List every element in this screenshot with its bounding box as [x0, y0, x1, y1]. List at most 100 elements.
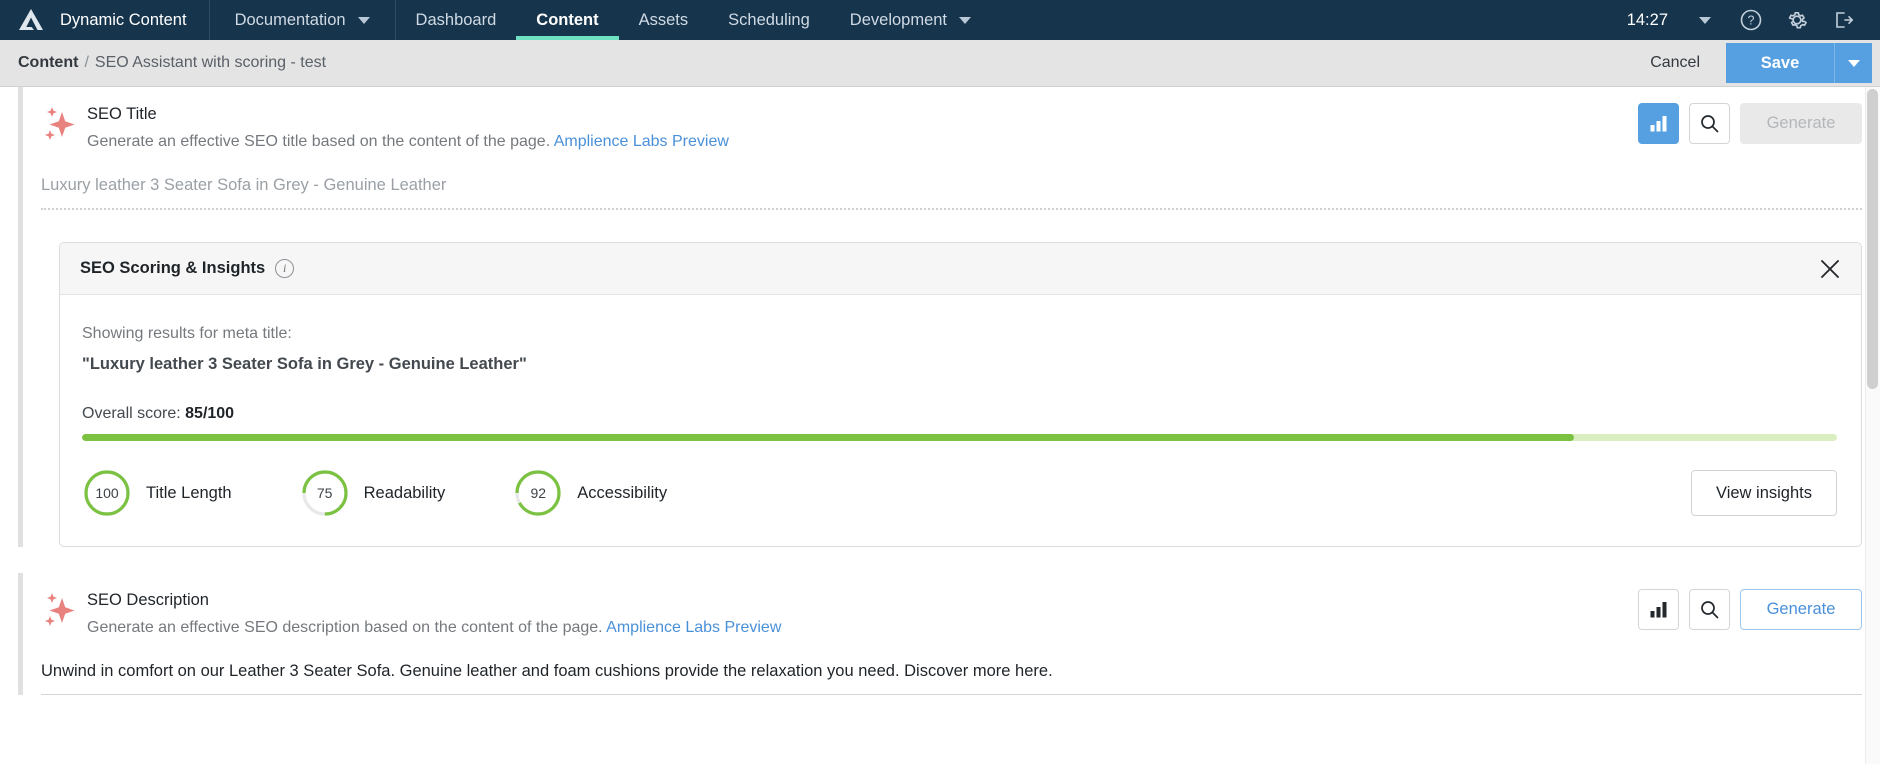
gauge-value: 75 [316, 485, 333, 501]
sparkle-icon [41, 585, 87, 638]
amplience-logo-icon [18, 8, 44, 32]
info-icon[interactable]: i [275, 259, 295, 278]
breadcrumb-root[interactable]: Content [18, 54, 78, 72]
field-actions: Generate [1638, 585, 1880, 630]
bar-chart-icon [1650, 602, 1667, 618]
nav-right-cluster: 14:27 ? [1617, 0, 1880, 40]
field-seo-description: SEO Description Generate an effective SE… [0, 573, 1880, 695]
breadcrumb-bar: Content / SEO Assistant with scoring - t… [0, 40, 1880, 87]
field-title-group: SEO Title Generate an effective SEO titl… [87, 99, 1638, 155]
chevron-down-icon [357, 16, 370, 24]
metric-accessibility: 92 Accessibility [513, 468, 667, 518]
save-dropdown-button[interactable] [1834, 43, 1872, 83]
save-button[interactable]: Save [1726, 43, 1834, 83]
breadcrumb-actions: Cancel Save [1624, 40, 1880, 86]
clock-label: 14:27 [1626, 10, 1668, 29]
cancel-button[interactable]: Cancel [1624, 54, 1726, 72]
help-button[interactable]: ? [1728, 0, 1774, 40]
overall-score-row: Overall score: 85/100 [82, 405, 1837, 423]
nav-items: Documentation Dashboard Content Assets S… [210, 0, 991, 40]
search-button[interactable] [1689, 589, 1730, 630]
seo-scoring-toggle-button[interactable] [1638, 589, 1679, 630]
nav-item-label: Scheduling [728, 10, 810, 29]
generate-button[interactable]: Generate [1740, 589, 1862, 630]
nav-item-assets[interactable]: Assets [619, 0, 709, 40]
nav-item-content[interactable]: Content [516, 0, 619, 40]
chevron-down-icon [1847, 59, 1860, 67]
nav-item-documentation[interactable]: Documentation [210, 0, 396, 40]
brand-area[interactable]: Dynamic Content [0, 0, 210, 40]
search-icon [1701, 115, 1719, 133]
close-panel-button[interactable] [1815, 254, 1845, 284]
field-body: SEO Description Generate an effective SE… [23, 573, 1880, 695]
field-description: Generate an effective SEO description ba… [87, 615, 1638, 641]
field-body: SEO Title Generate an effective SEO titl… [23, 87, 1880, 547]
scrollbar-thumb[interactable] [1867, 89, 1878, 389]
breadcrumb-separator: / [84, 54, 89, 71]
sparkle-icon [41, 99, 87, 152]
nav-item-label: Content [536, 10, 599, 29]
gear-icon [1788, 12, 1807, 29]
seo-panel-title: SEO Scoring & Insights [80, 259, 266, 277]
seo-scoring-toggle-button[interactable] [1638, 103, 1679, 144]
showing-results-label: Showing results for meta title: [82, 325, 292, 342]
field-title-label: SEO Title [87, 105, 157, 123]
help-icon: ? [1740, 9, 1762, 31]
content-area: SEO Title Generate an effective SEO titl… [0, 87, 1880, 764]
gauge-readability: 75 [300, 468, 350, 518]
search-button[interactable] [1689, 103, 1730, 144]
field-header: SEO Title Generate an effective SEO titl… [41, 87, 1880, 155]
field-title-label: SEO Description [87, 591, 209, 609]
field-actions: Generate [1638, 99, 1880, 144]
nav-item-label: Assets [638, 10, 689, 29]
overall-score-progress-fill [82, 434, 1574, 441]
field-description: Generate an effective SEO title based on… [87, 129, 1638, 155]
metric-title-length: 100 Title Length [82, 468, 232, 518]
logout-icon [1836, 12, 1853, 28]
overall-score-progress-track [82, 434, 1837, 441]
chevron-down-icon [1699, 16, 1711, 24]
nav-item-label: Dashboard [415, 10, 497, 29]
gauge-value: 100 [95, 485, 119, 501]
nav-item-dashboard[interactable]: Dashboard [396, 0, 517, 40]
labs-preview-link[interactable]: Amplience Labs Preview [606, 619, 781, 636]
seo-title-input[interactable]: Luxury leather 3 Seater Sofa in Grey - G… [41, 171, 1862, 210]
metric-label: Accessibility [577, 483, 668, 502]
overall-score-value: 85/100 [185, 405, 235, 422]
user-menu-button[interactable] [1682, 0, 1728, 40]
gauge-accessibility: 92 [513, 468, 563, 518]
nav-item-label: Documentation [234, 10, 346, 29]
top-navigation-bar: Dynamic Content Documentation Dashboard … [0, 0, 1880, 40]
nav-item-scheduling[interactable]: Scheduling [708, 0, 830, 40]
metric-readability: 75 Readability [300, 468, 446, 518]
breadcrumb-leaf: SEO Assistant with scoring - test [94, 54, 327, 71]
seo-panel-header: SEO Scoring & Insights i [60, 243, 1861, 295]
field-value-row: Luxury leather 3 Seater Sofa in Grey - G… [41, 171, 1880, 210]
generate-button[interactable]: Generate [1740, 103, 1862, 144]
field-title-group: SEO Description Generate an effective SE… [87, 585, 1638, 641]
metric-label: Title Length [146, 483, 232, 502]
chevron-down-icon [959, 16, 972, 24]
nav-item-label: Development [849, 10, 948, 29]
field-description-text: Generate an effective SEO description ba… [87, 619, 603, 636]
seo-panel-body: Showing results for meta title: "Luxury … [60, 295, 1861, 546]
scrollbar[interactable] [1865, 87, 1880, 764]
metric-label: Readability [363, 483, 446, 502]
view-insights-button[interactable]: View insights [1691, 470, 1837, 516]
labs-preview-link[interactable]: Amplience Labs Preview [554, 133, 729, 150]
search-icon [1701, 601, 1719, 619]
metrics-row: 100 Title Length 75 Readability 92 Acces… [82, 468, 1837, 518]
seo-scoring-panel: SEO Scoring & Insights i Showing results… [59, 242, 1862, 547]
settings-button[interactable] [1774, 0, 1820, 40]
gauge-value: 92 [530, 485, 547, 501]
logout-button[interactable] [1820, 0, 1866, 40]
bar-chart-icon [1650, 116, 1667, 132]
brand-label: Dynamic Content [60, 10, 187, 29]
seo-description-input[interactable]: Unwind in comfort on our Leather 3 Seate… [41, 657, 1862, 695]
field-description-text: Generate an effective SEO title based on… [87, 133, 551, 150]
field-value-row: Unwind in comfort on our Leather 3 Seate… [41, 657, 1880, 695]
svg-text:?: ? [1748, 14, 1755, 28]
overall-score-prefix: Overall score: [82, 405, 186, 422]
showing-results-value: "Luxury leather 3 Seater Sofa in Grey - … [82, 355, 527, 373]
nav-item-development[interactable]: Development [830, 0, 991, 40]
